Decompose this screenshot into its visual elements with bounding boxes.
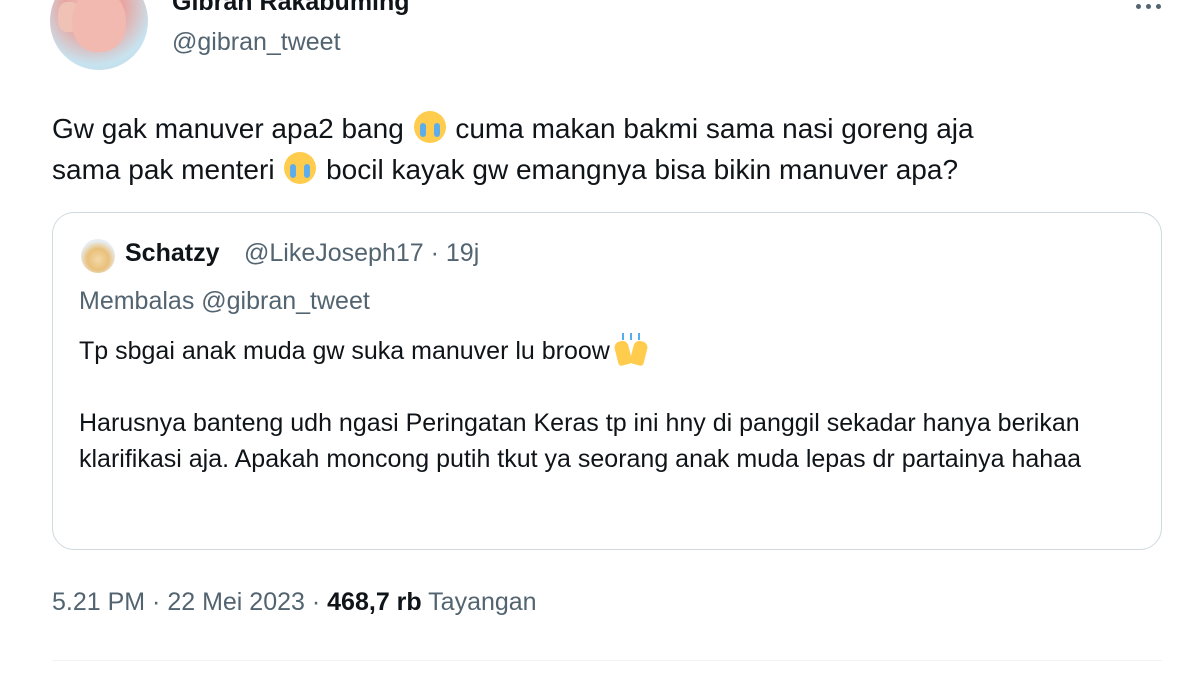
quoted-author-display-name: Schatzy <box>125 239 220 267</box>
tweet-text: Gw gak manuver apa2 bang cuma makan bakm… <box>52 108 1162 190</box>
tweet-date[interactable]: 22 Mei 2023 <box>167 588 305 616</box>
raising-hands-icon <box>613 333 649 367</box>
quoted-paragraph-1: Tp sbgai anak muda gw suka manuver lu br… <box>79 333 1139 369</box>
replying-to: Membalas @gibran_tweet <box>79 287 370 316</box>
quoted-tweet-text: Tp sbgai anak muda gw suka manuver lu br… <box>79 333 1139 513</box>
tweet-text-segment: cuma makan bakmi sama nasi goreng aja <box>447 113 974 144</box>
replying-to-prefix: Membalas <box>79 287 202 315</box>
loudly-crying-face-icon <box>284 152 317 184</box>
more-dot <box>1155 3 1161 9</box>
sparkle <box>629 333 632 340</box>
author-display-name[interactable]: Gibran Rakabuming <box>172 0 410 17</box>
replying-to-handle[interactable]: @gibran_tweet <box>201 287 370 315</box>
loudly-crying-face-icon <box>413 111 446 143</box>
quoted-paragraph-2: Harusnya banteng udh ngasi Peringatan Ke… <box>79 409 1082 473</box>
more-options-icon[interactable] <box>1128 0 1168 18</box>
tweet-text-segment: bocil kayak gw emangnya bisa bikin manuv… <box>318 154 959 185</box>
views-count[interactable]: 468,7 rb <box>327 588 422 616</box>
tweet-detail: Gibran Rakabuming @gibran_tweet Gw gak m… <box>0 0 1200 675</box>
sparkle <box>637 333 640 340</box>
quoted-text-segment: Tp sbgai anak muda gw suka manuver lu br… <box>79 337 610 365</box>
tweet-time[interactable]: 5.21 PM <box>52 588 145 616</box>
footer-separator: · <box>145 588 168 616</box>
divider <box>52 660 1162 661</box>
quoted-author-meta: @LikeJoseph17 · 19j <box>244 239 479 268</box>
author-handle[interactable]: @gibran_tweet <box>172 28 341 57</box>
avatar-face <box>72 0 126 52</box>
sparkle <box>621 333 624 340</box>
meta-separator: · <box>423 239 446 267</box>
tweet-footer: 5.21 PM · 22 Mei 2023 · 468,7 rb Tayanga… <box>52 588 537 617</box>
quoted-author-handle: @LikeJoseph17 <box>244 239 424 267</box>
author-avatar[interactable] <box>50 0 148 70</box>
more-dot <box>1145 3 1151 9</box>
hand-right <box>629 339 649 367</box>
quoted-time-ago: 19j <box>445 239 480 267</box>
footer-separator: · <box>304 588 328 616</box>
tweet-text-segment: sama pak menteri <box>52 154 283 185</box>
tweet-text-segment: Gw gak manuver apa2 bang <box>52 113 412 144</box>
quoted-tweet-card[interactable]: Schatzy @LikeJoseph17 · 19j Membalas @gi… <box>52 212 1162 550</box>
views-label: Tayangan <box>421 588 537 616</box>
more-dot <box>1135 3 1141 9</box>
quoted-author-avatar <box>81 239 115 273</box>
